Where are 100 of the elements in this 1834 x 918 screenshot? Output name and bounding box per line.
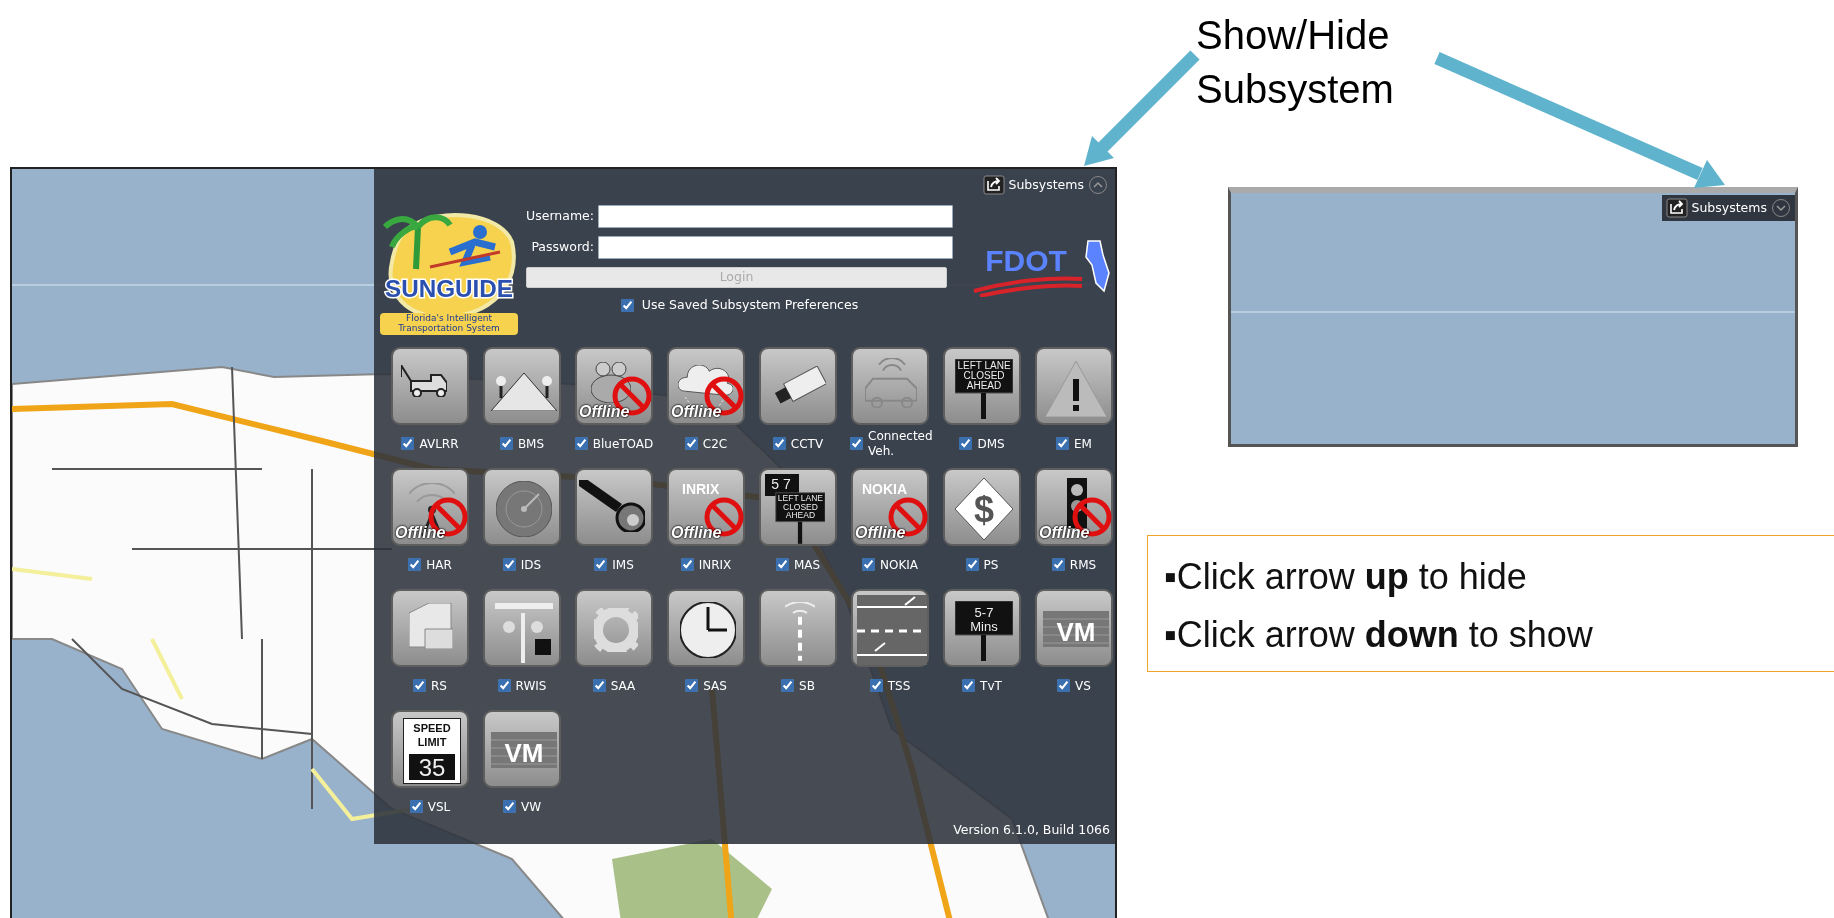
subsystem-tile[interactable]: VM [1035, 588, 1113, 667]
subsystem-tile[interactable]: VM [483, 709, 561, 788]
subsystems-toggle-button[interactable]: Subsystems [1661, 195, 1795, 221]
instruction-text: ▪Click arrow up to hide [1164, 555, 1528, 599]
cabinet-icon [409, 602, 453, 649]
subsystem-checkbox[interactable] [594, 558, 608, 572]
subsystem-tile[interactable] [759, 346, 837, 425]
subsystem-tile[interactable]: $ [943, 467, 1021, 546]
offline-label: Offline [671, 523, 722, 542]
subsystem-tile[interactable]: 5-7 Mins [943, 588, 1021, 667]
subsystem-checkbox[interactable] [502, 800, 516, 814]
subsystem-tile[interactable]: 5 7 LEFT LANE CLOSED AHEAD [759, 467, 837, 546]
subsystem-label: HAR [426, 557, 452, 572]
subsystem-label: DMS [977, 436, 1005, 451]
chevron-down-icon [1771, 198, 1791, 218]
instruction-text: ▪Click arrow down to show [1164, 613, 1594, 657]
subsystem-checkbox[interactable] [408, 558, 422, 572]
sign-text: LEFT LANE [957, 359, 1011, 371]
annotation-label: Show/Hide Subsystem [1196, 12, 1395, 113]
subsystem-checkbox[interactable] [401, 437, 415, 451]
password-field[interactable] [598, 236, 953, 259]
sign-text: Mins [970, 618, 998, 634]
subsystem-checkbox[interactable] [684, 437, 698, 451]
subsystem-tile[interactable]: Offline [667, 346, 745, 425]
subsystem-checkbox[interactable] [781, 679, 795, 693]
subsystem-tile[interactable] [483, 346, 561, 425]
subsystem-tile[interactable]: Offline [575, 346, 653, 425]
subsystem-checkbox[interactable] [1056, 437, 1070, 451]
warning-icon [1045, 360, 1107, 417]
subsystem-checkbox[interactable] [409, 800, 423, 814]
subsystem-checkbox[interactable] [965, 558, 979, 572]
clock-icon [680, 601, 736, 658]
subsystem-label: VW [520, 799, 542, 814]
hill-lights-icon [491, 372, 557, 411]
subsystem-label: VS [1075, 678, 1091, 693]
sign-text: CLOSED [963, 369, 1005, 381]
subsystem-checkbox[interactable] [1051, 558, 1065, 572]
username-label: Username: [526, 207, 594, 226]
sign-text: $ [974, 488, 994, 530]
sign-text: AHEAD [785, 510, 816, 521]
subsystem-label: TSS [887, 678, 911, 693]
subsystem-checkbox[interactable] [962, 679, 976, 693]
subsystem-tile[interactable] [391, 588, 469, 667]
subsystem-checkbox[interactable] [499, 437, 513, 451]
subsystems-toggle-button[interactable]: Subsystems [980, 173, 1110, 197]
frog-icon [591, 361, 631, 403]
chevron-up-icon [1088, 175, 1108, 195]
share-icon [1665, 198, 1688, 218]
subsystem-checkbox[interactable] [850, 437, 863, 451]
subsystem-label: RMS [1069, 557, 1097, 572]
preferences-checkbox[interactable] [620, 298, 634, 312]
subsystem-checkbox[interactable] [959, 437, 973, 451]
sign-text: INRIX [682, 480, 720, 497]
road-lanes-icon [857, 594, 927, 665]
subsystem-tile[interactable] [851, 588, 929, 667]
subsystem-tile[interactable] [575, 467, 653, 546]
subsystem-checkbox[interactable] [775, 558, 789, 572]
subsystem-label: Connected Veh. [868, 429, 930, 459]
username-field[interactable] [598, 205, 953, 228]
subsystem-tile[interactable] [391, 346, 469, 425]
subsystem-label: RS [431, 678, 447, 693]
subsystem-tile[interactable]: SPEED LIMIT 35 [391, 709, 469, 788]
subsystem-checkbox[interactable] [685, 679, 699, 693]
wrench-icon [579, 479, 645, 532]
subsystem-checkbox[interactable] [497, 679, 511, 693]
state-outline-icon [1085, 240, 1110, 293]
subsystem-tile[interactable] [483, 588, 561, 667]
subsystem-label: VSL [427, 799, 451, 814]
fdot-wordmark: FDOT [985, 244, 1067, 277]
share-icon [982, 175, 1005, 195]
subsystem-checkbox[interactable] [574, 437, 588, 451]
subsystem-tile[interactable] [667, 588, 745, 667]
subsystem-checkbox[interactable] [772, 437, 786, 451]
sign-text: CLOSED [783, 501, 818, 512]
subsystem-checkbox[interactable] [413, 679, 426, 693]
sign-text: SPEED [413, 721, 451, 734]
offline-label: Offline [579, 402, 630, 421]
subsystem-tile[interactable] [1035, 346, 1113, 425]
subsystem-tile[interactable]: LEFT LANE CLOSED AHEAD [943, 346, 1021, 425]
subsystem-tile[interactable] [575, 588, 653, 667]
subsystem-checkbox[interactable] [861, 558, 875, 572]
subsystem-tile[interactable] [851, 346, 929, 425]
car-icon [865, 358, 917, 408]
subsystem-checkbox[interactable] [502, 558, 516, 572]
subsystem-checkbox[interactable] [869, 679, 883, 693]
subsystem-label: INRIX [698, 557, 732, 572]
sign-text: LIMIT [417, 735, 447, 748]
subsystem-label: IMS [612, 557, 634, 572]
subsystem-tile[interactable] [759, 588, 837, 667]
subsystem-tile[interactable] [483, 467, 561, 546]
subsystem-checkbox[interactable] [680, 558, 694, 572]
subsystem-label: BMS [517, 436, 545, 451]
subsystem-tile[interactable]: Offline [391, 467, 469, 546]
subsystem-tile[interactable]: INRIX Offline [667, 467, 745, 546]
subsystem-tile[interactable]: Offline [1035, 467, 1113, 546]
subsystem-checkbox[interactable] [592, 679, 606, 693]
sign-text: AHEAD [966, 379, 1002, 391]
subsystem-checkbox[interactable] [1057, 679, 1071, 693]
subsystem-tile[interactable]: NOKIA Offline [851, 467, 929, 546]
subsystem-label: TvT [980, 678, 1002, 693]
